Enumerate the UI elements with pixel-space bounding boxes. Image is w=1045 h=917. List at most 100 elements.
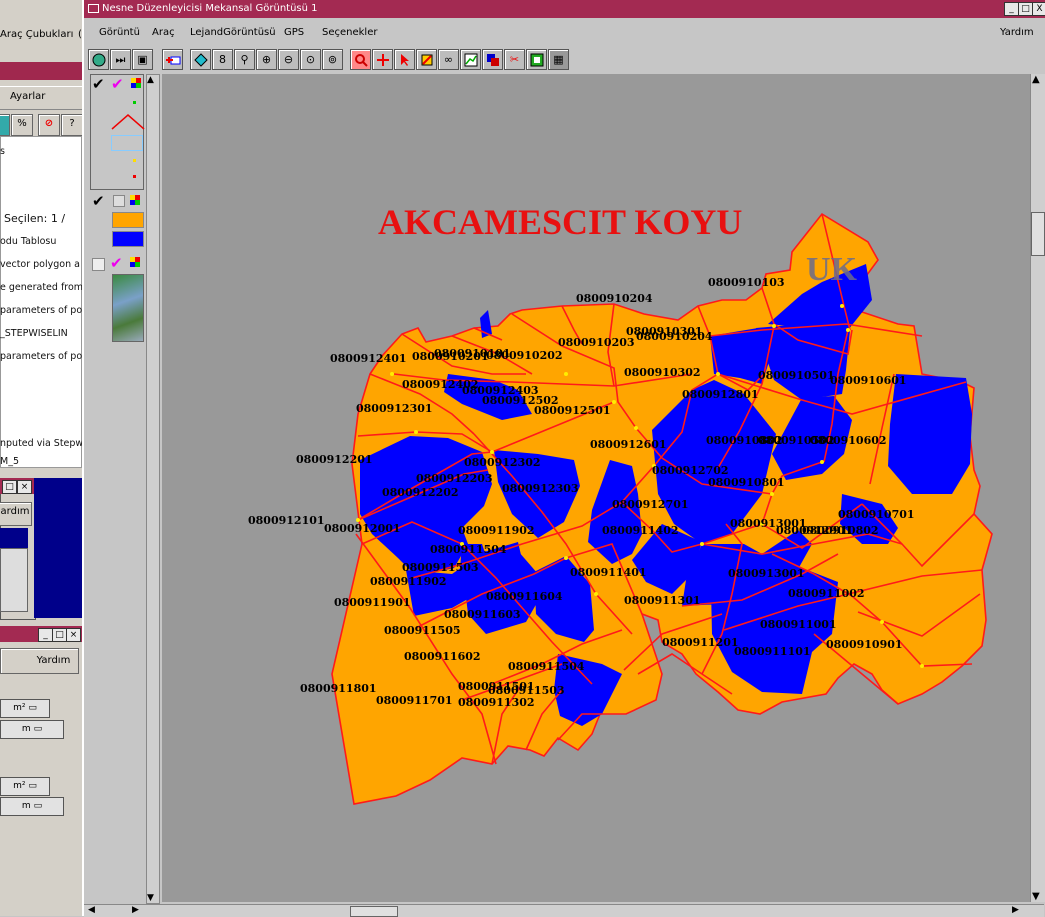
fast-forward-icon[interactable]: ⏭: [110, 49, 131, 70]
zoom-fit-icon[interactable]: ⊙: [300, 49, 321, 70]
parcel-label[interactable]: 0800910601: [830, 374, 907, 387]
frame-icon[interactable]: ▣: [132, 49, 153, 70]
scroll-up-icon[interactable]: ▲: [147, 75, 154, 85]
menu-arac[interactable]: Araç: [152, 22, 175, 44]
horizontal-scrollbar[interactable]: ◀ ▶ ▶: [84, 904, 1044, 917]
parcel-label[interactable]: 0800910802: [706, 434, 783, 447]
parcel-label[interactable]: 0800910302: [624, 366, 701, 379]
parcel-label[interactable]: 0800910203: [558, 336, 635, 349]
globe-icon[interactable]: [88, 49, 109, 70]
parcel-label[interactable]: 0800910602: [810, 434, 887, 447]
parcel-label[interactable]: 0800912301: [356, 402, 433, 415]
parcel-label[interactable]: 0800910202: [486, 349, 563, 362]
bg-cancel-icon[interactable]: ⊘: [38, 114, 60, 136]
visibility-check-icon[interactable]: ✔: [111, 75, 124, 93]
parcel-label[interactable]: 0800912701: [612, 498, 689, 511]
export-icon[interactable]: [526, 49, 547, 70]
bg-help-button[interactable]: ardım: [0, 502, 32, 526]
pointer-icon[interactable]: [394, 49, 415, 70]
parcel-label[interactable]: 0800911101: [734, 645, 811, 658]
parcel-label[interactable]: 0800911503: [402, 561, 479, 574]
menu-help[interactable]: Yardım: [1000, 22, 1034, 44]
scroll-thumb[interactable]: [350, 906, 398, 917]
unit-select-length[interactable]: m ▭: [0, 720, 64, 739]
parcel-label[interactable]: 0800911504: [508, 660, 585, 673]
parcel-label[interactable]: 0800910204: [636, 330, 713, 343]
checkmark-icon[interactable]: ✔: [92, 192, 105, 210]
parcel-label[interactable]: 0800910201: [412, 350, 489, 363]
maximize-icon[interactable]: □: [2, 480, 17, 494]
bg-help-button-2[interactable]: Yardım: [0, 648, 79, 674]
bg-percent-icon[interactable]: %: [11, 114, 33, 136]
close-icon[interactable]: ×: [66, 628, 81, 642]
parcel-label[interactable]: 0800912302: [464, 456, 541, 469]
zoom-out-icon[interactable]: ⊖: [278, 49, 299, 70]
parcel-label[interactable]: 0800912001: [324, 522, 401, 535]
menu-lejand[interactable]: LejandGörüntüsü: [190, 22, 276, 44]
parcel-label[interactable]: 0800911001: [760, 618, 837, 631]
add-layer-icon[interactable]: [162, 49, 183, 70]
menu-gps[interactable]: GPS: [284, 22, 304, 44]
scissors-icon[interactable]: ✂: [504, 49, 525, 70]
parcel-label[interactable]: 0800911505: [384, 624, 461, 637]
unit-select-length-2[interactable]: m ▭: [0, 797, 64, 816]
diamond-icon[interactable]: [190, 49, 211, 70]
link-icon[interactable]: ∞: [438, 49, 459, 70]
parcel-label[interactable]: 0800911701: [376, 694, 453, 707]
crosshair-icon[interactable]: [372, 49, 393, 70]
scroll-right-icon[interactable]: ▶: [1012, 905, 1019, 915]
parcel-label[interactable]: 0800910802: [802, 524, 879, 537]
zoom-box-icon[interactable]: ⊚: [322, 49, 343, 70]
visibility-check-icon[interactable]: ✔: [110, 254, 123, 272]
parcel-label[interactable]: 0800911201: [662, 636, 739, 649]
minimize-icon[interactable]: _: [38, 628, 53, 642]
parcel-label[interactable]: 0800912801: [682, 388, 759, 401]
scroll-thumb[interactable]: [1031, 212, 1045, 256]
parcel-label[interactable]: 0800911901: [334, 596, 411, 609]
layers-icon[interactable]: [482, 49, 503, 70]
parcel-label[interactable]: 0800911301: [624, 594, 701, 607]
parcel-label[interactable]: 0800911402: [602, 524, 679, 537]
edit-icon[interactable]: [416, 49, 437, 70]
maximize-button[interactable]: □: [1018, 2, 1033, 16]
parcel-label[interactable]: 0800910701: [838, 508, 915, 521]
checkmark-icon[interactable]: ✔: [92, 75, 105, 93]
bg-menu-item[interactable]: Araç Çubukları: [0, 29, 73, 40]
vertical-scrollbar[interactable]: ▲ ▼: [1030, 74, 1045, 902]
menu-secenekler[interactable]: Seçenekler: [322, 22, 377, 44]
parcel-label[interactable]: 0800911401: [570, 566, 647, 579]
close-icon[interactable]: ×: [17, 480, 32, 494]
binoculars-icon[interactable]: 8: [212, 49, 233, 70]
parcel-label[interactable]: 0800910901: [826, 638, 903, 651]
parcel-label[interactable]: 0800912401: [330, 352, 407, 365]
scroll-left-icon[interactable]: ◀: [88, 905, 95, 915]
parcel-label[interactable]: 0800912202: [382, 486, 459, 499]
parcel-label[interactable]: 0800910801: [708, 476, 785, 489]
parcel-label[interactable]: 0800911302: [458, 696, 535, 709]
scroll-up-icon[interactable]: ▲: [1032, 74, 1040, 85]
unit-select-area-2[interactable]: m² ▭: [0, 777, 50, 796]
layer-checkbox[interactable]: [92, 258, 105, 271]
parcel-label[interactable]: 0800911801: [300, 682, 377, 695]
parcel-label[interactable]: 0800911604: [486, 590, 563, 603]
parcel-label[interactable]: 0800912601: [590, 438, 667, 451]
scroll-down-icon[interactable]: ▼: [147, 893, 154, 903]
parcel-label[interactable]: 0800911603: [444, 608, 521, 621]
palette-icon[interactable]: [131, 78, 141, 88]
maximize-icon[interactable]: □: [52, 628, 67, 642]
chart-icon[interactable]: [460, 49, 481, 70]
parcel-label[interactable]: 0800911504: [430, 543, 507, 556]
zoom-red-icon[interactable]: [350, 49, 371, 70]
parcel-label[interactable]: 0800912501: [534, 404, 611, 417]
palette-icon[interactable]: [130, 195, 140, 205]
parcel-label[interactable]: 0800911503: [488, 684, 565, 697]
parcel-label[interactable]: 0800910103: [708, 276, 785, 289]
parcel-label[interactable]: 0800911002: [788, 587, 865, 600]
tab-ayarlar[interactable]: Ayarlar: [10, 91, 45, 102]
parcel-label[interactable]: 0800912203: [416, 472, 493, 485]
grid-icon[interactable]: ▦: [548, 49, 569, 70]
parcel-label[interactable]: 0800912101: [248, 514, 325, 527]
close-button[interactable]: X: [1032, 2, 1045, 16]
palette-icon[interactable]: [130, 257, 140, 267]
parcel-label[interactable]: 0800910204: [576, 292, 653, 305]
